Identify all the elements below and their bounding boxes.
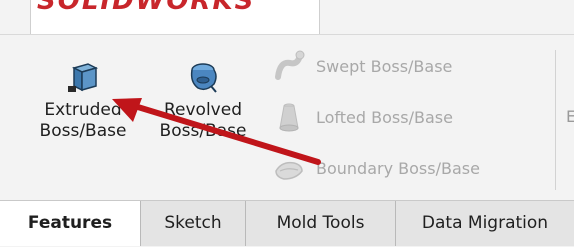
tab-data-migration-label: Data Migration bbox=[421, 213, 549, 233]
extruded-boss-icon bbox=[68, 63, 99, 92]
boundary-boss-base-button[interactable]: Boundary Boss/Base bbox=[272, 150, 480, 186]
tab-features-label: Features bbox=[27, 213, 113, 233]
tab-mold-tools-label: Mold Tools bbox=[276, 213, 365, 233]
extruded-label-line1: Extruded bbox=[44, 100, 122, 120]
revolved-boss-icon bbox=[190, 63, 217, 93]
revolved-label-line2: Boss/Base bbox=[159, 121, 247, 141]
swept-boss-icon bbox=[275, 50, 305, 80]
solidworks-logo: SOLIDWORKS bbox=[30, 0, 320, 36]
extruded-boss-base-button[interactable]: Extruded Boss/Base bbox=[28, 58, 138, 142]
tab-features[interactable]: Features bbox=[0, 201, 140, 246]
lofted-label: Lofted Boss/Base bbox=[316, 107, 453, 127]
cut-off-tool-label: E bbox=[566, 107, 574, 126]
boundary-boss-icon bbox=[275, 161, 303, 180]
logo-text: SOLIDWORKS bbox=[37, 0, 256, 16]
ribbon-divider bbox=[555, 50, 556, 190]
command-manager-tabs: Features Sketch Mold Tools Data Migratio… bbox=[0, 200, 574, 247]
lofted-boss-icon bbox=[279, 103, 299, 132]
tab-data-migration[interactable]: Data Migration bbox=[395, 201, 574, 246]
revolved-label-line1: Revolved bbox=[163, 100, 242, 120]
swept-label: Swept Boss/Base bbox=[316, 56, 453, 76]
boundary-label: Boundary Boss/Base bbox=[316, 158, 480, 178]
revolved-boss-base-button[interactable]: Revolved Boss/Base bbox=[148, 58, 258, 142]
tab-mold-tools[interactable]: Mold Tools bbox=[245, 201, 395, 246]
tab-sketch-label: Sketch bbox=[164, 213, 222, 233]
lofted-boss-base-button[interactable]: Lofted Boss/Base bbox=[272, 99, 453, 135]
extruded-label-line2: Boss/Base bbox=[39, 121, 127, 141]
swept-boss-base-button[interactable]: Swept Boss/Base bbox=[272, 48, 452, 84]
tab-sketch[interactable]: Sketch bbox=[140, 201, 245, 246]
